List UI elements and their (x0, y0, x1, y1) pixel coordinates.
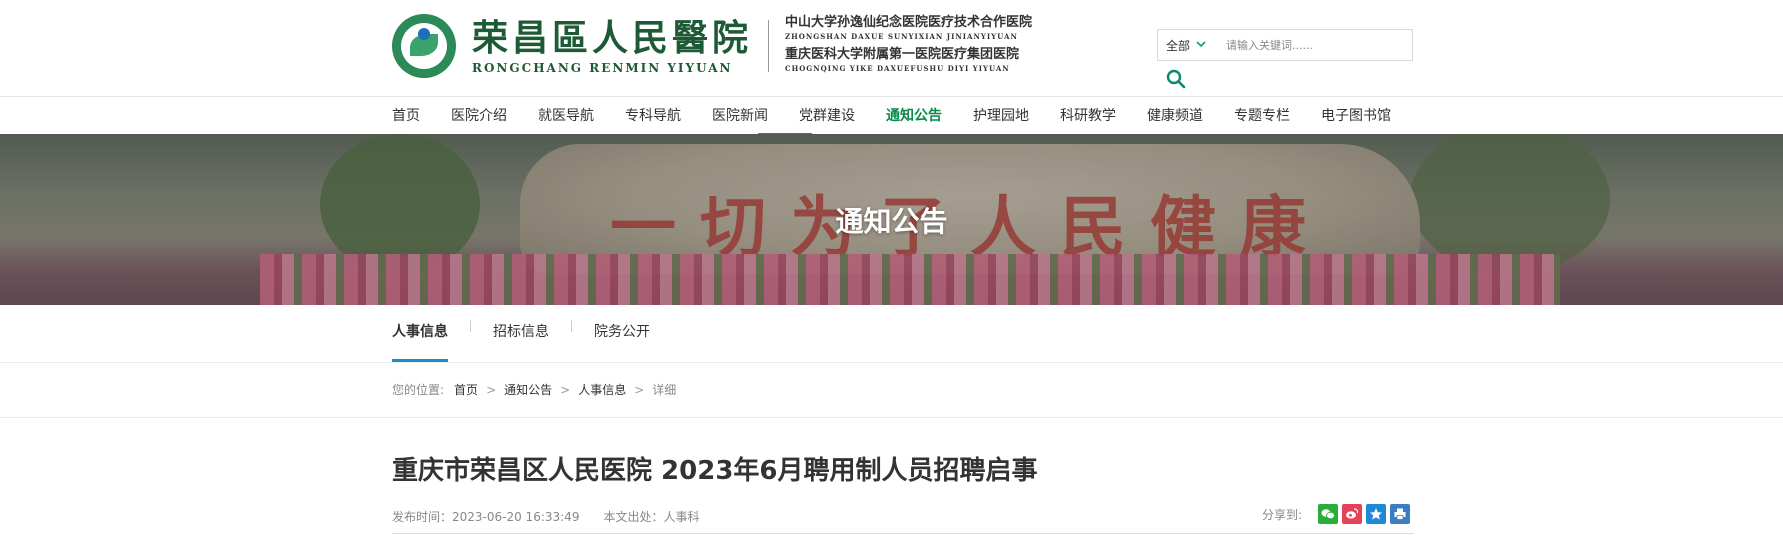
nav-item-notices[interactable]: 通知公告 (886, 97, 942, 135)
share-bar: 分享到: (1262, 504, 1411, 524)
hospital-name-cn: 荣昌區人民醫院 (472, 17, 753, 59)
search-scope-label: 全部 (1166, 38, 1191, 53)
nav-item-departments[interactable]: 专科导航 (625, 97, 681, 135)
hospital-emblem-icon (392, 14, 456, 78)
print-icon[interactable] (1390, 504, 1411, 524)
chevron-right-icon: > (486, 383, 497, 397)
page-banner: 一切为了人民健康 通知公告 (0, 134, 1783, 305)
nav-item-home[interactable]: 首页 (392, 97, 420, 135)
subnav-item-affairs[interactable]: 院务公开 (594, 305, 650, 362)
search-input[interactable] (1224, 37, 1408, 53)
nav-item-visit-guide[interactable]: 就医导航 (538, 97, 594, 135)
article-source: 本文出处：人事科 (603, 510, 700, 524)
breadcrumb-bar: 您的位置: 首页 > 通知公告 > 人事信息 > 详细 (0, 363, 1783, 418)
breadcrumb-personnel[interactable]: 人事信息 (578, 363, 626, 417)
search-scope-select[interactable]: 全部 (1158, 37, 1224, 54)
weibo-icon[interactable] (1342, 504, 1363, 524)
search-icon[interactable] (1165, 68, 1187, 90)
nav-item-research[interactable]: 科研教学 (1060, 97, 1116, 135)
share-label: 分享到: (1262, 507, 1303, 522)
breadcrumb-label: 您的位置: (392, 383, 445, 397)
affiliation-1-cn: 中山大学孙逸仙纪念医院医疗技术合作医院 (785, 15, 1033, 30)
site-header: 荣昌區人民醫院 RONGCHANG RENMIN YIYUAN 中山大学孙逸仙纪… (0, 0, 1783, 96)
nav-item-topics[interactable]: 专题专栏 (1234, 97, 1290, 135)
main-nav: 首页 医院介绍 就医导航 专科导航 医院新闻 党群建设 通知公告 护理园地 科研… (0, 96, 1783, 135)
breadcrumb-home[interactable]: 首页 (454, 363, 478, 417)
article-divider (392, 533, 1414, 534)
nav-item-library[interactable]: 电子图书馆 (1321, 97, 1391, 135)
nav-item-about[interactable]: 医院介绍 (451, 97, 507, 135)
nav-item-nursing[interactable]: 护理园地 (973, 97, 1029, 135)
breadcrumb-current: 详细 (652, 383, 677, 397)
qzone-star-icon[interactable] (1366, 504, 1387, 524)
logo-divider (768, 20, 770, 72)
subnav-item-personnel[interactable]: 人事信息 (392, 305, 448, 362)
banner-title: 通知公告 (835, 205, 948, 238)
affiliation-1-en: ZHONGSHAN DAXUE SUNYIXIAN JINIANYIYUAN (785, 32, 1018, 41)
article-meta: 发布时间：2023-06-20 16:33:49 本文出处：人事科 (392, 508, 723, 525)
search-box: 全部 (1157, 29, 1413, 61)
affiliation-2-cn: 重庆医科大学附属第一医院医疗集团医院 (785, 47, 1020, 62)
subnav-divider (571, 319, 572, 332)
wechat-icon[interactable] (1318, 504, 1339, 524)
chevron-right-icon: > (560, 383, 571, 397)
publish-time: 发布时间：2023-06-20 16:33:49 (392, 510, 580, 524)
hospital-name-en: RONGCHANG RENMIN YIYUAN (472, 61, 733, 75)
hospital-logo[interactable]: 荣昌區人民醫院 RONGCHANG RENMIN YIYUAN 中山大学孙逸仙纪… (392, 14, 1032, 78)
sub-nav: 人事信息 招标信息 院务公开 (0, 305, 1783, 363)
affiliation-2-en: CHOGNQING YIKE DAXUEFUSHU DIYI YIYUAN (785, 64, 1010, 73)
nav-item-news[interactable]: 医院新闻 (712, 97, 768, 135)
chevron-right-icon: > (634, 383, 645, 397)
breadcrumb: 您的位置: 首页 > 通知公告 > 人事信息 > 详细 (392, 363, 676, 417)
article-title: 重庆市荣昌区人民医院 2023年6月聘用制人员招聘启事 (392, 456, 1038, 486)
chevron-down-icon (1196, 40, 1206, 51)
nav-item-party[interactable]: 党群建设 (799, 97, 855, 135)
breadcrumb-notices[interactable]: 通知公告 (504, 363, 552, 417)
subnav-divider (470, 319, 471, 332)
nav-item-health[interactable]: 健康频道 (1147, 97, 1203, 135)
subnav-item-tender[interactable]: 招标信息 (493, 305, 549, 362)
